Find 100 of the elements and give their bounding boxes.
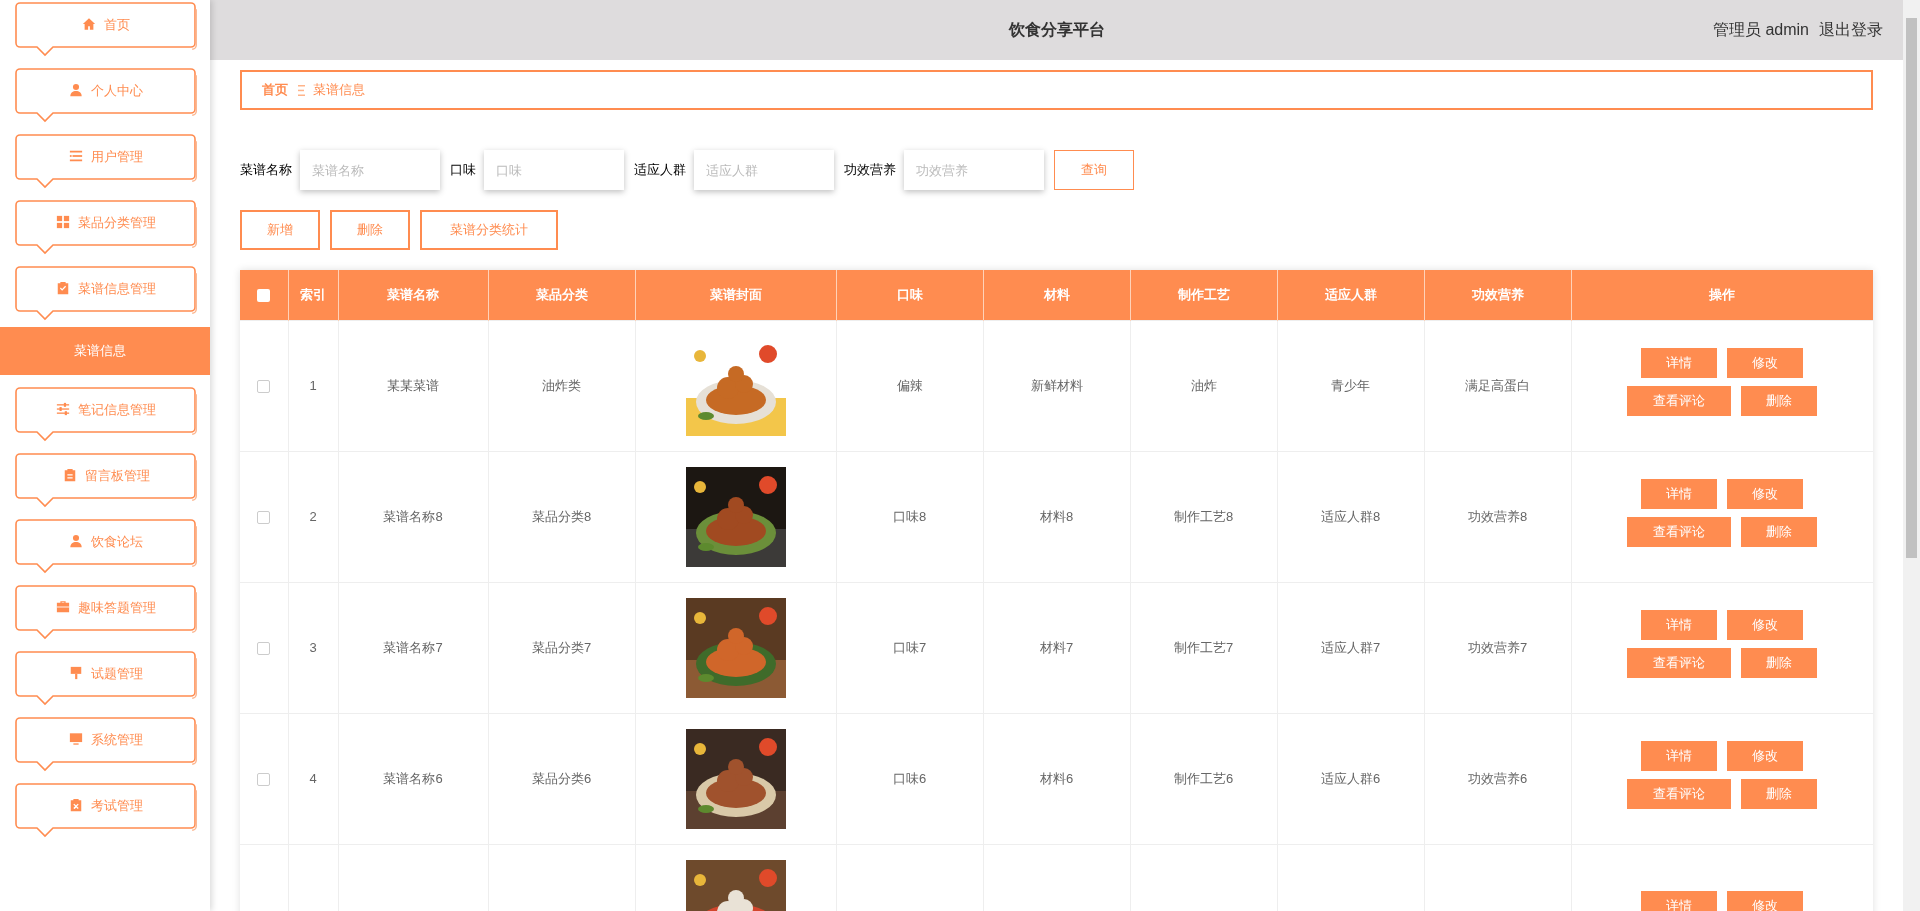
table-cell: 适应人群6: [1320, 770, 1381, 786]
row-action-button[interactable]: 详情: [1641, 478, 1718, 509]
sidebar-item[interactable]: 首页: [15, 2, 197, 57]
action-button[interactable]: 菜谱分类统计: [420, 210, 558, 250]
signboard-icon: [69, 666, 83, 680]
table-cell: 口味8: [892, 508, 927, 524]
home-icon: [82, 17, 96, 31]
row-action-button[interactable]: 修改: [1727, 740, 1804, 771]
table-cell: 口味7: [892, 639, 927, 655]
table-cell: 新鲜材料: [1030, 377, 1083, 393]
row-action-button[interactable]: 查看评论: [1627, 385, 1732, 416]
breadcrumb-link[interactable]: 首页: [262, 80, 288, 100]
row-action-button[interactable]: 修改: [1727, 478, 1804, 509]
user-name: 管理员 admin: [1712, 20, 1809, 40]
search-field[interactable]: 菜谱名称: [300, 150, 440, 190]
sidebar-item[interactable]: 系统管理: [15, 717, 197, 772]
user-icon: [69, 534, 83, 548]
sidebar-item[interactable]: 趣味答题管理: [15, 585, 197, 640]
row-action-button[interactable]: 查看评论: [1627, 647, 1732, 678]
sidebar-item[interactable]: 试题管理: [15, 651, 197, 706]
sidebar-subitem[interactable]: 菜谱信息: [0, 327, 210, 375]
clipboard-x-icon: [69, 798, 83, 812]
table-cell: 制作工艺6: [1173, 770, 1234, 786]
search-field[interactable]: 口味: [484, 150, 624, 190]
grid-icon: [56, 215, 70, 229]
field-label: 口味: [450, 161, 476, 180]
row-action-button[interactable]: 删除: [1741, 647, 1818, 678]
search-field[interactable]: 功效营养: [904, 150, 1044, 190]
sidebar-item[interactable]: 笔记信息管理: [15, 387, 197, 442]
checkbox[interactable]: [257, 772, 271, 786]
briefcase-icon: [56, 600, 70, 614]
table-cell: 材料8: [1039, 508, 1074, 524]
monitor-icon: [69, 732, 83, 746]
table-cell: 功效营养7: [1467, 639, 1528, 655]
table-cell: 菜谱名称6: [383, 770, 443, 786]
checkbox[interactable]: [257, 379, 271, 393]
column-header: 功效营养: [1424, 270, 1571, 320]
list-icon: [69, 149, 83, 163]
search-button[interactable]: 查询: [1054, 150, 1134, 190]
table-cell: 4: [309, 770, 317, 786]
action-button[interactable]: 删除: [330, 210, 410, 250]
row-action-button[interactable]: 删除: [1741, 516, 1818, 547]
column-header: 适应人群: [1277, 270, 1424, 320]
row-action-button[interactable]: 查看评论: [1627, 516, 1732, 547]
table-cell: 功效营养8: [1467, 508, 1528, 524]
column-header: 菜品分类: [488, 270, 635, 320]
action-button[interactable]: 新增: [240, 210, 320, 250]
logout-link[interactable]: 退出登录: [1819, 18, 1883, 42]
table-cell: 偏辣: [896, 377, 923, 393]
table-cell: 油炸类: [542, 377, 581, 393]
row-action-button[interactable]: 详情: [1641, 890, 1718, 911]
table-cell: 菜谱名称7: [383, 639, 443, 655]
row-action-button[interactable]: 删除: [1741, 778, 1818, 809]
table-cell: 适应人群8: [1320, 508, 1381, 524]
table-cell: 制作工艺8: [1173, 508, 1234, 524]
table-cell: 适应人群7: [1320, 639, 1381, 655]
user-icon: [69, 83, 83, 97]
table-cell: 材料6: [1039, 770, 1074, 786]
sidebar-item[interactable]: 饮食论坛: [15, 519, 197, 574]
table-cell: 满足高蛋白: [1465, 377, 1530, 393]
app-title: 饮食分享平台: [1008, 20, 1105, 40]
sidebar-item[interactable]: 菜谱信息管理: [15, 266, 197, 321]
column-header: 操作: [1571, 270, 1873, 320]
row-action-button[interactable]: 删除: [1741, 385, 1818, 416]
row-action-button[interactable]: 修改: [1727, 609, 1804, 640]
table-cell: 菜品分类6: [531, 770, 592, 786]
table-cell: 青少年: [1331, 377, 1370, 393]
table-cell: 口味6: [892, 770, 927, 786]
breadcrumb-link[interactable]: 菜谱信息: [313, 80, 365, 100]
separator-icon: [298, 84, 305, 96]
sidebar-item[interactable]: 个人中心: [15, 68, 197, 123]
table-cell: 功效营养6: [1467, 770, 1528, 786]
table-cell: 1: [309, 377, 317, 393]
checkbox[interactable]: [257, 289, 271, 303]
table-cell: 某某菜谱: [387, 377, 439, 393]
checkbox[interactable]: [257, 510, 271, 524]
row-action-button[interactable]: 详情: [1641, 609, 1718, 640]
table-cell: 菜品分类7: [531, 639, 592, 655]
row-action-button[interactable]: 详情: [1641, 740, 1718, 771]
sidebar-item[interactable]: 留言板管理: [15, 453, 197, 508]
column-header: 索引: [288, 270, 338, 320]
search-field[interactable]: 适应人群: [694, 150, 834, 190]
field-label: 适应人群: [634, 161, 686, 180]
clipboard-icon: [62, 468, 77, 482]
row-action-button[interactable]: 修改: [1727, 347, 1804, 378]
column-header: 菜谱名称: [338, 270, 488, 320]
column-header: 制作工艺: [1130, 270, 1277, 320]
sidebar-item[interactable]: 考试管理: [15, 783, 197, 838]
clipboard-check-icon: [56, 281, 70, 295]
scrollbar[interactable]: [1903, 0, 1920, 911]
sidebar-item[interactable]: 用户管理: [15, 134, 197, 189]
table-cell: 油炸: [1190, 377, 1217, 393]
sliders-icon: [56, 402, 70, 416]
column-header: 口味: [836, 270, 983, 320]
row-action-button[interactable]: 详情: [1641, 347, 1718, 378]
field-label: 功效营养: [844, 161, 896, 180]
checkbox[interactable]: [257, 641, 271, 655]
row-action-button[interactable]: 查看评论: [1627, 778, 1732, 809]
table-cell: 3: [309, 639, 317, 655]
sidebar-item[interactable]: 菜品分类管理: [15, 200, 197, 255]
